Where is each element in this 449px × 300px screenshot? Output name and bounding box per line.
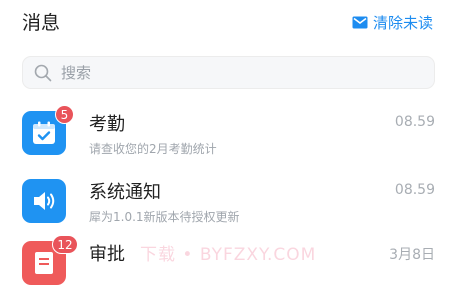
page-title: 消息 [22, 12, 61, 34]
message-time: 08.59 [394, 182, 435, 198]
unread-badge: 5 [55, 105, 74, 124]
message-time: 3月8日 [389, 247, 435, 263]
message-title: 系统通知 [89, 182, 161, 203]
search-bar[interactable] [22, 56, 435, 89]
clear-unread-button[interactable]: 清除未读 [352, 12, 433, 32]
document-icon [35, 252, 53, 274]
mail-icon [352, 16, 368, 28]
search-input[interactable] [59, 62, 403, 83]
approval-avatar: 12 [22, 235, 78, 285]
message-item-attendance[interactable]: 5 考勤 请查收您的2月考勤统计 08.59 [0, 105, 449, 170]
watermark: 下载 • BYFZXY.COM [140, 245, 317, 265]
header: 消息 清除未读 [0, 0, 449, 44]
message-title: 考勤 [89, 114, 125, 135]
attendance-avatar: 5 [22, 105, 74, 155]
message-time: 08.59 [394, 114, 435, 130]
clear-unread-label: 清除未读 [372, 13, 433, 32]
speaker-icon [34, 192, 55, 210]
message-preview: 犀为1.0.1新版本待授权更新 [89, 210, 240, 224]
unread-badge: 12 [52, 235, 78, 254]
message-preview: 请查收您的2月考勤统计 [89, 142, 217, 156]
message-title: 审批 [89, 244, 125, 265]
system-notice-avatar [22, 179, 66, 223]
calendar-check-icon [33, 121, 55, 144]
search-icon [34, 64, 52, 81]
message-item-system-notice[interactable]: 系统通知 犀为1.0.1新版本待授权更新 08.59 [0, 176, 449, 238]
